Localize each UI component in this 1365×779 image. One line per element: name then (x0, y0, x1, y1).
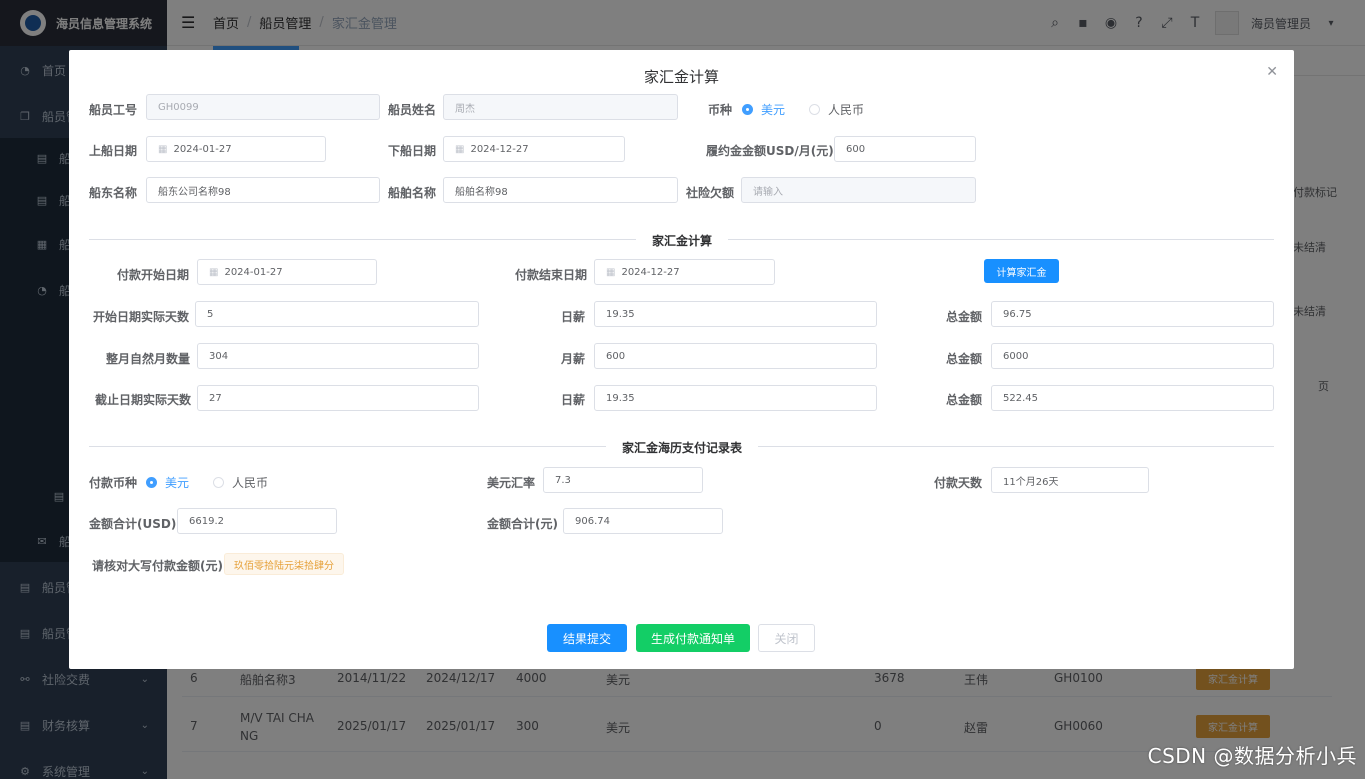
total-amount-label: 总金额 (946, 310, 983, 324)
currency-usd-radio[interactable]: 美元 (742, 101, 785, 118)
sum-usd-field[interactable]: 6619.2 (177, 508, 337, 534)
daily-salary-field[interactable]: 19.35 (594, 301, 877, 327)
contract-amount-field[interactable]: 600 (834, 136, 976, 162)
insurance-label: 社险欠额 (686, 186, 735, 200)
monthly-salary-field[interactable]: 600 (594, 343, 877, 369)
leave-date-picker[interactable]: ▦ 2024-12-27 (443, 136, 625, 162)
sum-cny-field[interactable]: 906.74 (563, 508, 723, 534)
ship-label: 船舶名称 (388, 186, 437, 200)
currency-cny-radio[interactable]: 人民币 (809, 101, 864, 118)
board-date-label: 上船日期 (89, 144, 138, 158)
crew-id-field[interactable]: GH0099 (146, 94, 380, 120)
pay-days-label: 付款天数 (934, 476, 983, 490)
crew-name-label: 船员姓名 (388, 103, 437, 117)
uppercase-amount-tag: 玖佰零拾陆元柒拾肆分 (224, 553, 344, 575)
owner-label: 船东名称 (89, 186, 138, 200)
total-amount-label: 总金额 (946, 393, 983, 407)
daily-salary-label: 日薪 (561, 393, 586, 407)
close-button[interactable]: 关闭 (758, 624, 815, 652)
months-label: 整月自然月数量 (106, 352, 191, 366)
calc-dialog: 家汇金计算 ✕ 船员工号 GH0099 船员姓名 周杰 币种 美元 人民币 上船… (69, 50, 1294, 669)
daily-salary-label: 日薪 (561, 310, 586, 324)
total-amount-field[interactable]: 6000 (991, 343, 1274, 369)
pay-end-label: 付款结束日期 (515, 268, 588, 282)
leave-date-label: 下船日期 (388, 144, 437, 158)
pay-currency-label: 付款币种 (89, 476, 138, 490)
uppercase-amount-label: 请核对大写付款金额(元) (92, 559, 223, 573)
pay-currency-cny-radio[interactable]: 人民币 (213, 474, 268, 491)
end-days-field[interactable]: 27 (197, 385, 479, 411)
start-days-field[interactable]: 5 (195, 301, 479, 327)
rate-field[interactable]: 7.3 (543, 467, 703, 493)
calendar-icon: ▦ (455, 143, 465, 155)
total-amount-field[interactable]: 96.75 (991, 301, 1274, 327)
ship-field[interactable]: 船舶名称98 (443, 177, 678, 203)
board-date-picker[interactable]: ▦ 2024-01-27 (146, 136, 326, 162)
daily-salary-field[interactable]: 19.35 (594, 385, 877, 411)
watermark: CSDN @数据分析小兵 (1147, 744, 1357, 768)
start-days-label: 开始日期实际天数 (93, 310, 190, 324)
pay-currency-usd-radio[interactable]: 美元 (146, 474, 189, 491)
insurance-field[interactable]: 请输入 (741, 177, 976, 203)
calendar-icon: ▦ (209, 266, 219, 278)
calendar-icon: ▦ (606, 266, 616, 278)
pay-days-field[interactable]: 11个月26天 (991, 467, 1149, 493)
pay-start-label: 付款开始日期 (117, 268, 190, 282)
months-field[interactable]: 304 (197, 343, 479, 369)
generate-notice-button[interactable]: 生成付款通知单 (636, 624, 750, 652)
section-title-history: 家汇金海历支付记录表 (605, 439, 759, 456)
pay-end-picker[interactable]: ▦ 2024-12-27 (594, 259, 775, 285)
crew-id-label: 船员工号 (89, 103, 138, 117)
sum-cny-label: 金额合计(元) (487, 517, 558, 531)
owner-field[interactable]: 船东公司名称98 (146, 177, 380, 203)
close-icon[interactable]: ✕ (1266, 64, 1278, 80)
total-amount-label: 总金额 (946, 352, 983, 366)
submit-button[interactable]: 结果提交 (547, 624, 627, 652)
section-title-calc: 家汇金计算 (635, 232, 729, 249)
monthly-salary-label: 月薪 (561, 352, 586, 366)
dialog-title: 家汇金计算 (643, 68, 719, 86)
end-days-label: 截止日期实际天数 (95, 393, 192, 407)
pay-start-picker[interactable]: ▦ 2024-01-27 (197, 259, 377, 285)
rate-label: 美元汇率 (487, 476, 536, 490)
total-amount-field[interactable]: 522.45 (991, 385, 1274, 411)
sum-usd-label: 金额合计(USD) (89, 517, 177, 531)
crew-name-field[interactable]: 周杰 (443, 94, 678, 120)
contract-amount-label: 履约金金额USD/月(元) (706, 144, 834, 158)
currency-label: 币种 (708, 103, 733, 117)
calendar-icon: ▦ (158, 143, 168, 155)
calculate-button[interactable]: 计算家汇金 (984, 259, 1059, 283)
